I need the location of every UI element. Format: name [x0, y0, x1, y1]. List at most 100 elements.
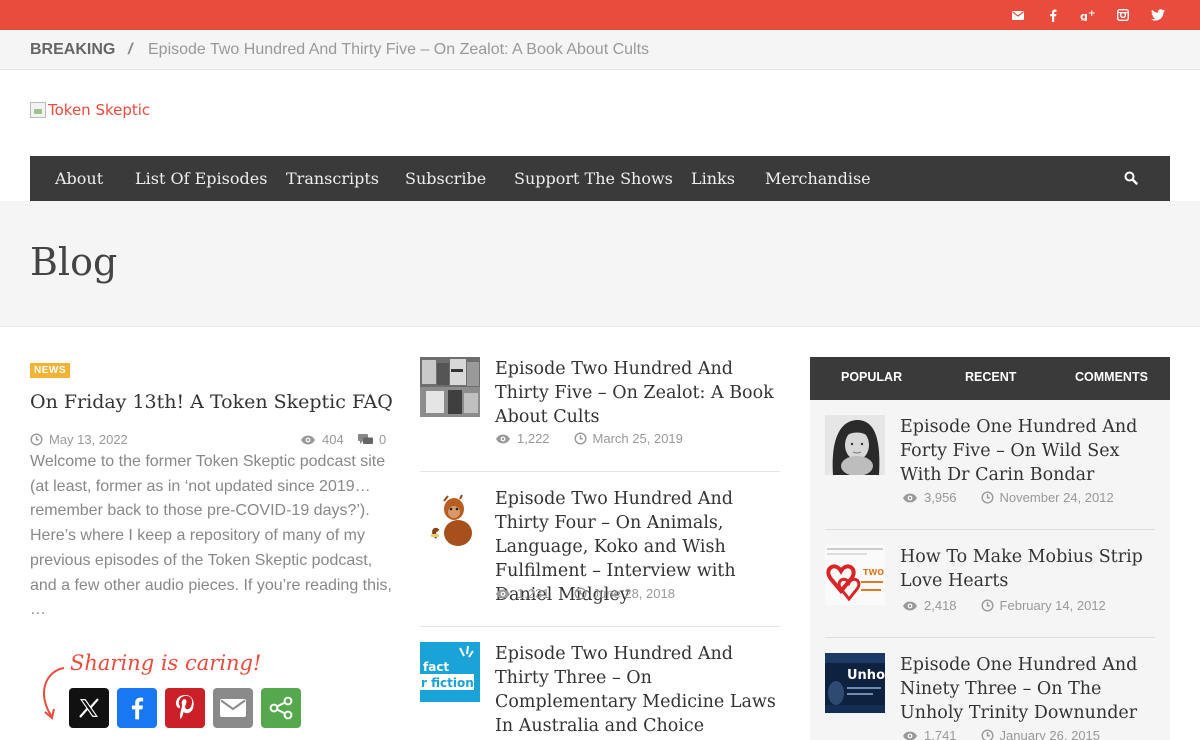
facebook-share-button[interactable]: [117, 688, 157, 728]
more-share-button[interactable]: [261, 688, 301, 728]
post-divider: [420, 471, 780, 472]
logo-alt-text: Token Skeptic: [48, 101, 151, 119]
tab-popular[interactable]: POPULAR: [841, 370, 902, 384]
eye-icon: [903, 731, 917, 740]
sidebar-divider: [825, 529, 1155, 530]
sidebar-post-date: February 14, 2012: [999, 598, 1106, 613]
curved-arrow-icon: [43, 667, 65, 720]
sidebar-tabs: POPULAR RECENT COMMENTS: [810, 357, 1170, 400]
sidebar-post-date: January 26, 2015: [999, 728, 1101, 740]
envelope-icon: [220, 699, 246, 717]
post-item[interactable]: fact r fiction Episode Two Hundred And T…: [420, 642, 780, 740]
page-title: Blog: [30, 240, 118, 284]
eye-icon: [903, 493, 917, 502]
breaking-news-bar: BREAKING / Episode Two Hundred And Thirt…: [0, 30, 1200, 70]
social-links: g +: [1010, 0, 1166, 30]
sidebar-post-date: November 24, 2012: [999, 490, 1114, 505]
tab-recent[interactable]: RECENT: [965, 370, 1016, 384]
clock-icon: [981, 491, 994, 504]
nav-item-list-of-episodes[interactable]: List Of Episodes: [135, 169, 267, 188]
pinterest-logo-icon: [176, 695, 194, 720]
post-views: 1,222: [517, 431, 550, 446]
facebook-icon[interactable]: [1045, 7, 1061, 23]
lead-post-comments: 0: [379, 432, 387, 447]
nav-item-links[interactable]: Links: [691, 169, 735, 188]
sidebar-post-views: 3,956: [924, 490, 957, 505]
clock-icon: [574, 587, 587, 600]
sidebar-post-title[interactable]: Episode One Hundred And Forty Five – On …: [900, 415, 1155, 487]
twitter-icon[interactable]: [1150, 7, 1166, 23]
clock-icon: [30, 433, 43, 446]
nav-item-transcripts[interactable]: Transcripts: [286, 169, 379, 188]
post-date: March 25, 2019: [592, 431, 683, 446]
nav-item-support-the-shows[interactable]: Support The Shows: [514, 169, 673, 188]
sidebar-post-views: 1,741: [924, 728, 957, 740]
sidebar-post-title[interactable]: How To Make Mobius Strip Love Hearts: [900, 545, 1155, 593]
svg-text:TWO: TWO: [863, 568, 884, 577]
x-logo-icon: [79, 698, 99, 718]
sidebar-post-item[interactable]: Unho Episode One Hundred And Ninety Thre…: [825, 653, 1155, 740]
nav-item-about[interactable]: About: [55, 169, 103, 188]
lead-post-meta: May 13, 2022 404 0: [30, 432, 387, 448]
instagram-icon[interactable]: [1115, 7, 1131, 23]
post-views: 1,231: [517, 586, 550, 601]
broken-image-icon: [30, 102, 46, 118]
post-item[interactable]: Episode Two Hundred And Thirty Five – On…: [420, 357, 780, 457]
google-plus-icon[interactable]: g +: [1080, 7, 1096, 23]
lead-post-title[interactable]: On Friday 13th! A Token Skeptic FAQ: [30, 391, 393, 413]
tab-comments[interactable]: COMMENTS: [1075, 370, 1148, 384]
post-title[interactable]: Episode Two Hundred And Thirty Three – O…: [495, 642, 780, 740]
top-bar: g +: [0, 0, 1200, 30]
post-thumbnail[interactable]: [420, 357, 480, 417]
search-icon[interactable]: [1124, 171, 1140, 187]
sidebar-post-title[interactable]: Episode One Hundred And Ninety Three – O…: [900, 653, 1155, 725]
sidebar-post-thumbnail[interactable]: TWO: [825, 545, 885, 605]
svg-text:g: g: [1080, 10, 1088, 21]
site-logo[interactable]: Token Skeptic: [30, 101, 150, 119]
post-date: June 28, 2018: [592, 586, 675, 601]
post-item[interactable]: Episode Two Hundred And Thirty Four – On…: [420, 487, 780, 607]
nav-item-subscribe[interactable]: Subscribe: [405, 169, 486, 188]
post-title[interactable]: Episode Two Hundred And Thirty Five – On…: [495, 357, 780, 429]
eye-icon: [496, 589, 510, 598]
eye-icon: [903, 601, 917, 610]
clock-icon: [981, 729, 994, 740]
email-share-button[interactable]: [213, 688, 253, 728]
breaking-separator: /: [128, 41, 133, 58]
lead-post-views: 404: [322, 432, 344, 447]
comments-icon: [358, 433, 373, 444]
sidebar-widget: POPULAR RECENT COMMENTS Episode One Hund…: [810, 357, 1170, 740]
breaking-label: BREAKING: [30, 41, 116, 58]
category-badge[interactable]: NEWS: [30, 363, 70, 378]
sidebar-post-views: 2,418: [924, 598, 957, 613]
facebook-logo-icon: [131, 697, 144, 720]
sidebar-post-item[interactable]: TWO How To Make Mobius Strip Love Hearts…: [825, 545, 1155, 625]
eye-icon: [496, 434, 510, 443]
sidebar-post-thumbnail[interactable]: [825, 415, 885, 475]
svg-text:+: +: [1088, 9, 1096, 19]
clock-icon: [981, 599, 994, 612]
sharing-widget: Sharing is caring!: [38, 650, 318, 735]
mail-icon[interactable]: [1010, 7, 1026, 23]
post-thumbnail[interactable]: fact r fiction: [420, 642, 480, 702]
lead-post-date: May 13, 2022: [49, 432, 128, 447]
sidebar-divider: [825, 637, 1155, 638]
page-header: Blog: [0, 201, 1200, 327]
pinterest-share-button[interactable]: [165, 688, 205, 728]
sharing-caption: Sharing is caring!: [70, 651, 262, 675]
breaking-headline-link[interactable]: Episode Two Hundred And Thirty Five – On…: [148, 41, 649, 59]
svg-text:Unho: Unho: [847, 668, 885, 683]
sidebar-post-item[interactable]: Episode One Hundred And Forty Five – On …: [825, 415, 1155, 515]
svg-text:fact: fact: [423, 660, 449, 674]
x-share-button[interactable]: [69, 688, 109, 728]
main-nav: About List Of Episodes Transcripts Subsc…: [30, 156, 1170, 201]
sidebar-post-thumbnail[interactable]: Unho: [825, 653, 885, 713]
share-icon: [269, 696, 293, 720]
nav-item-merchandise[interactable]: Merchandise: [765, 169, 871, 188]
clock-icon: [574, 432, 587, 445]
svg-text:r fiction: r fiction: [421, 676, 474, 690]
lead-post-excerpt: Welcome to the former Token Skeptic podc…: [30, 453, 392, 619]
post-thumbnail[interactable]: [420, 487, 480, 547]
eye-icon: [301, 435, 315, 444]
post-divider: [420, 626, 780, 627]
